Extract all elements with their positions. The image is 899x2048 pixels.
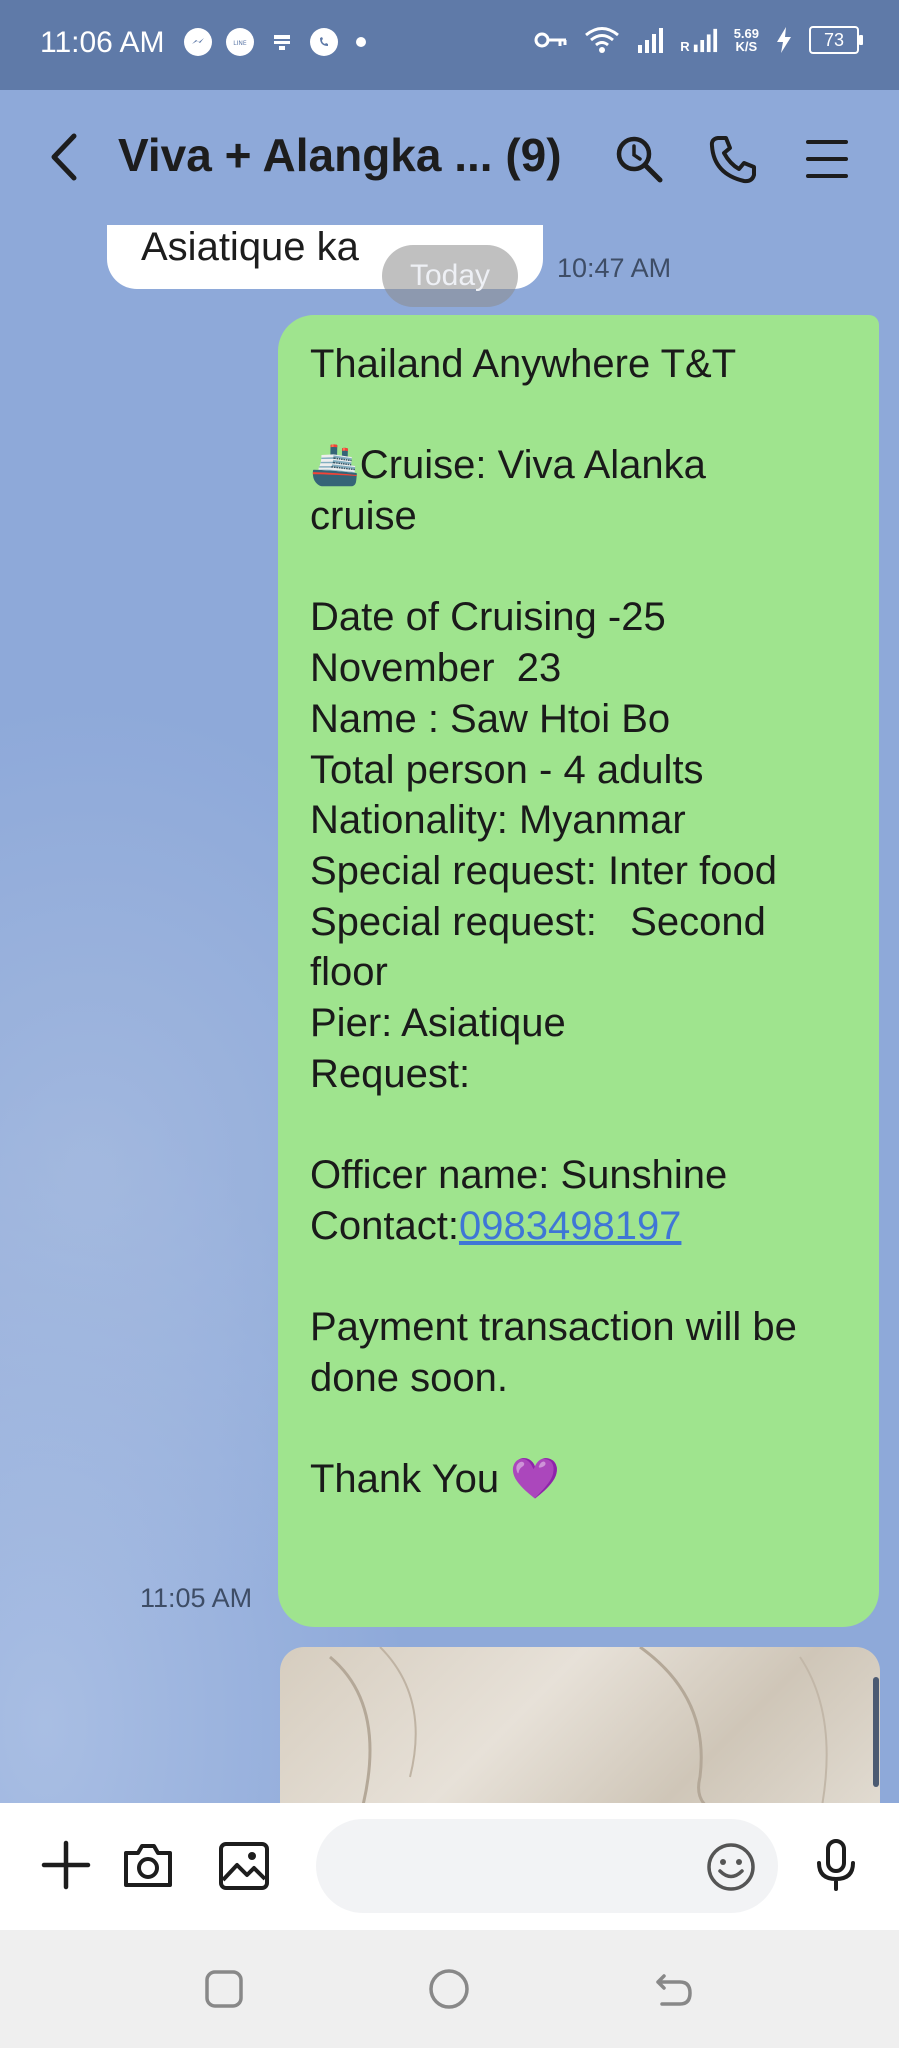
back-arrow-icon[interactable] xyxy=(42,132,88,182)
message-line xyxy=(310,542,859,593)
image-message[interactable] xyxy=(280,1647,880,1803)
message-line xyxy=(310,1403,859,1454)
message-line: Total person - 4 adults xyxy=(310,747,704,792)
camera-icon[interactable] xyxy=(118,1835,178,1895)
line-icon: LINE xyxy=(226,28,254,56)
wifi-icon xyxy=(585,27,620,53)
roaming-label: R xyxy=(680,39,690,54)
network-speed: 5.69 K/S xyxy=(734,27,759,53)
back-icon[interactable] xyxy=(650,1966,696,2012)
message-line: Pier: Asiatique xyxy=(310,1000,566,1045)
message-line: Thailand Anywhere T&T xyxy=(310,342,737,386)
message-line: Date of Cruising -25 xyxy=(310,595,666,640)
message-timestamp: 11:05 AM xyxy=(140,1583,253,1613)
message-line xyxy=(310,1251,859,1302)
home-icon[interactable] xyxy=(426,1966,472,2012)
search-icon[interactable] xyxy=(612,132,666,186)
message-line xyxy=(310,390,859,441)
phone-number-link[interactable]: 0983498197 xyxy=(459,1204,681,1248)
system-icons: R 5.69 K/S 73 xyxy=(534,26,863,54)
viber-icon xyxy=(310,28,338,56)
charging-icon xyxy=(777,27,791,53)
notification-icons: LINE xyxy=(184,28,366,56)
received-message-text: Asiatique ka xyxy=(141,225,359,269)
system-navigation-bar xyxy=(0,1930,899,2048)
message-line: Special request: Second xyxy=(310,899,766,944)
message-line: floor xyxy=(310,950,388,995)
battery-icon: 73 xyxy=(809,26,863,54)
gallery-icon[interactable] xyxy=(214,1835,274,1895)
message-line: 🚢Cruise: Viva Alanka xyxy=(310,443,706,488)
more-notifications-dot-icon xyxy=(356,37,366,47)
network-speed-unit: K/S xyxy=(735,39,758,54)
chat-header: Viva + Alangka ... (9) xyxy=(0,90,899,225)
contact-label: Contact: xyxy=(310,1203,459,1248)
message-line: Nationality: Myanmar xyxy=(310,798,686,843)
notification-icon xyxy=(268,28,296,56)
message-line: done soon. xyxy=(310,1355,508,1400)
message-line: Request: xyxy=(310,1051,471,1096)
contact-line: Contact:0983498197 xyxy=(310,1201,859,1252)
message-line: Payment transaction will be xyxy=(310,1305,797,1350)
chat-messages[interactable]: Asiatique ka Today 10:47 AM Thailand Any… xyxy=(0,225,899,1803)
signal-icon xyxy=(638,28,664,53)
plus-icon[interactable] xyxy=(36,1835,96,1895)
sent-message-bubble[interactable]: Thailand Anywhere T&T 🚢Cruise: Viva Alan… xyxy=(278,315,879,1627)
message-line: November 23 xyxy=(310,646,562,691)
message-line: Officer name: Sunshine xyxy=(310,1153,728,1197)
message-timestamp: 10:47 AM xyxy=(557,253,672,283)
status-time: 11:06 AM xyxy=(40,26,165,59)
microphone-icon[interactable] xyxy=(806,1835,866,1895)
message-input-bar xyxy=(0,1803,899,1930)
svg-text:LINE: LINE xyxy=(233,40,247,47)
vpn-key-icon xyxy=(534,32,567,48)
recent-apps-icon[interactable] xyxy=(201,1966,247,2012)
status-bar: 11:06 AM LINE R 5.69 K/S 73 xyxy=(0,0,899,90)
date-separator: Today xyxy=(382,245,518,307)
chat-title[interactable]: Viva + Alangka ... (9) xyxy=(118,128,562,182)
messenger-icon xyxy=(184,28,212,56)
image-message-content xyxy=(329,1647,828,1803)
menu-icon[interactable] xyxy=(800,132,854,186)
message-body: Thailand Anywhere T&T 🚢Cruise: Viva Alan… xyxy=(310,339,859,1505)
roaming-signal-icon: R xyxy=(680,27,717,53)
message-line xyxy=(310,1099,859,1150)
emoji-icon[interactable] xyxy=(704,1840,758,1894)
scrollbar[interactable] xyxy=(873,1677,879,1787)
message-line: Thank You 💜 xyxy=(310,1457,560,1502)
phone-icon[interactable] xyxy=(706,132,760,186)
message-line: cruise xyxy=(310,494,417,539)
message-line: Special request: Inter food xyxy=(310,848,777,893)
message-line: Name : Saw Htoi Bo xyxy=(310,696,671,741)
